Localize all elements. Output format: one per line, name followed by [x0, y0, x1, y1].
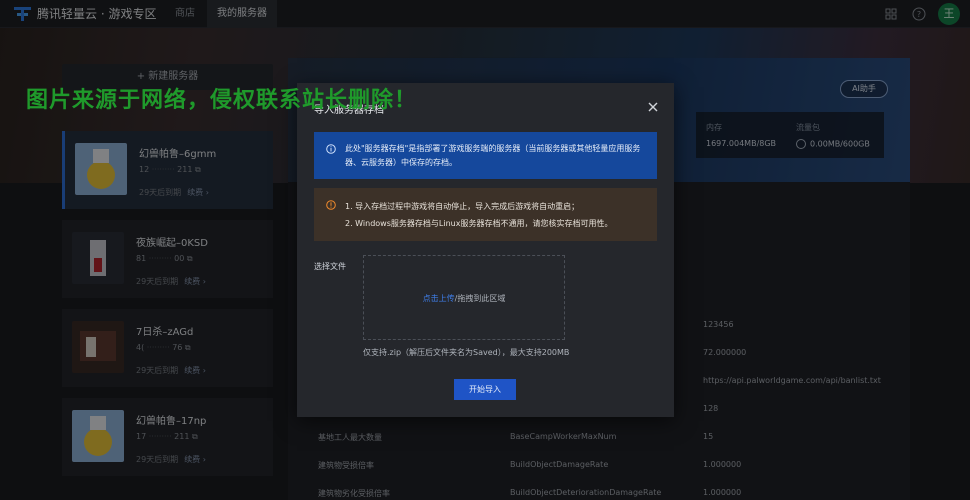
file-field-label: 选择文件 — [314, 262, 346, 271]
upload-link[interactable]: 点击上传 — [423, 294, 455, 303]
info-alert-text: 此处"服务器存档"是指部署了游戏服务端的服务器（当前服务器或其他轻量应用服务器、… — [345, 144, 641, 167]
start-import-button[interactable]: 开始导入 — [454, 379, 516, 400]
warning-alert: 1. 导入存档过程中游戏将自动停止，导入完成后游戏将自动重启； 2. Windo… — [314, 188, 657, 241]
warning-alert-text: 1. 导入存档过程中游戏将自动停止，导入完成后游戏将自动重启； 2. Windo… — [345, 202, 613, 228]
import-save-modal: 导入服务器存档 此处"服务器存档"是指部署了游戏服务端的服务器（当前服务器或其他… — [297, 83, 674, 417]
watermark-text: 图片来源于网络，侵权联系站长删除！ — [26, 88, 418, 113]
drop-zone-text: 点击上传/拖拽到此区域 — [422, 294, 506, 303]
file-drop-zone[interactable]: 点击上传/拖拽到此区域 — [363, 255, 565, 340]
upload-hint: 仅支持.zip（解压后文件夹名为Saved），最大支持200MB — [363, 348, 570, 357]
close-icon[interactable] — [647, 101, 659, 113]
warning-icon — [326, 200, 336, 210]
info-icon — [326, 144, 336, 154]
info-alert: 此处"服务器存档"是指部署了游戏服务端的服务器（当前服务器或其他轻量应用服务器、… — [314, 132, 657, 179]
